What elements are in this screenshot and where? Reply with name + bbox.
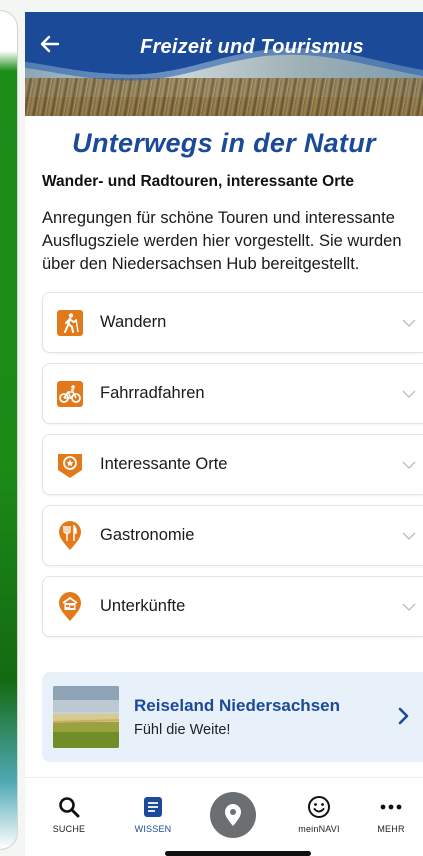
chevron-right-icon <box>398 707 409 725</box>
page-title: Unterwegs in der Natur <box>72 128 376 158</box>
search-icon <box>59 797 80 818</box>
category-label: Wandern <box>100 313 167 331</box>
tab-label: SUCHE <box>52 824 86 834</box>
tab-label: WISSEN <box>134 824 172 834</box>
header-banner: Freizeit und Tourismus <box>25 12 423 116</box>
smiley-icon <box>308 796 330 818</box>
promo-text: Reiseland Niedersachsen Fühl die Weite! <box>134 696 340 738</box>
header-photo-reeds <box>25 78 423 116</box>
background-card <box>0 10 18 850</box>
home-indicator[interactable] <box>165 851 311 856</box>
category-label: Unterkünfte <box>100 597 186 615</box>
tab-suche[interactable]: SUCHE <box>33 778 105 856</box>
bicycle-icon <box>55 379 85 409</box>
content-sheet: Freizeit und Tourismus Unterwegs in der … <box>25 12 423 856</box>
hiking-icon <box>55 308 85 338</box>
page-intro: Anregungen für schöne Touren und interes… <box>42 209 402 273</box>
category-item-unterkuenfte[interactable]: Unterkünfte <box>42 576 423 637</box>
chevron-down-icon <box>402 532 416 540</box>
chevron-down-icon <box>402 390 416 398</box>
map-star-icon <box>55 450 85 480</box>
accommodation-pin-icon <box>55 591 85 622</box>
promo-subtitle: Fühl die Weite! <box>134 722 231 738</box>
category-label: Fahrradfahren <box>100 384 205 402</box>
chevron-down-icon <box>402 319 416 327</box>
tab-label: meinNAVI <box>298 824 340 834</box>
tab-label: MEHR <box>377 824 405 834</box>
category-item-fahrradfahren[interactable]: Fahrradfahren <box>42 363 423 424</box>
navi-center-button[interactable] <box>210 792 256 838</box>
bottom-tab-bar: SUCHE WISSEN meinNAVI MEHR <box>25 777 423 856</box>
category-item-gastronomie[interactable]: Gastronomie <box>42 505 423 566</box>
tab-mehr[interactable]: MEHR <box>355 778 423 856</box>
more-dots-icon <box>380 804 402 810</box>
app-screen: Freizeit und Tourismus Unterwegs in der … <box>0 0 423 856</box>
chevron-down-icon <box>402 461 416 469</box>
document-icon <box>144 797 162 817</box>
category-label: Interessante Orte <box>100 455 228 473</box>
location-pin-icon <box>225 804 241 826</box>
promo-card-reiseland[interactable]: Reiseland Niedersachsen Fühl die Weite! <box>42 672 423 762</box>
tab-meinnavi[interactable]: meinNAVI <box>283 778 355 856</box>
category-item-interessante-orte[interactable]: Interessante Orte <box>42 434 423 495</box>
category-list: Wandern Fahrradfahren Interessante Orte … <box>25 292 423 637</box>
header-title: Freizeit und Tourismus <box>140 36 364 58</box>
category-label: Gastronomie <box>100 526 195 544</box>
promo-thumbnail <box>53 686 119 748</box>
chevron-down-icon <box>402 603 416 611</box>
restaurant-pin-icon <box>55 520 85 551</box>
promo-title: Reiseland Niedersachsen <box>134 696 340 715</box>
page-subtitle: Wander- und Radtouren, interessante Orte <box>42 173 355 190</box>
tab-wissen[interactable]: WISSEN <box>117 778 189 856</box>
category-item-wandern[interactable]: Wandern <box>42 292 423 353</box>
